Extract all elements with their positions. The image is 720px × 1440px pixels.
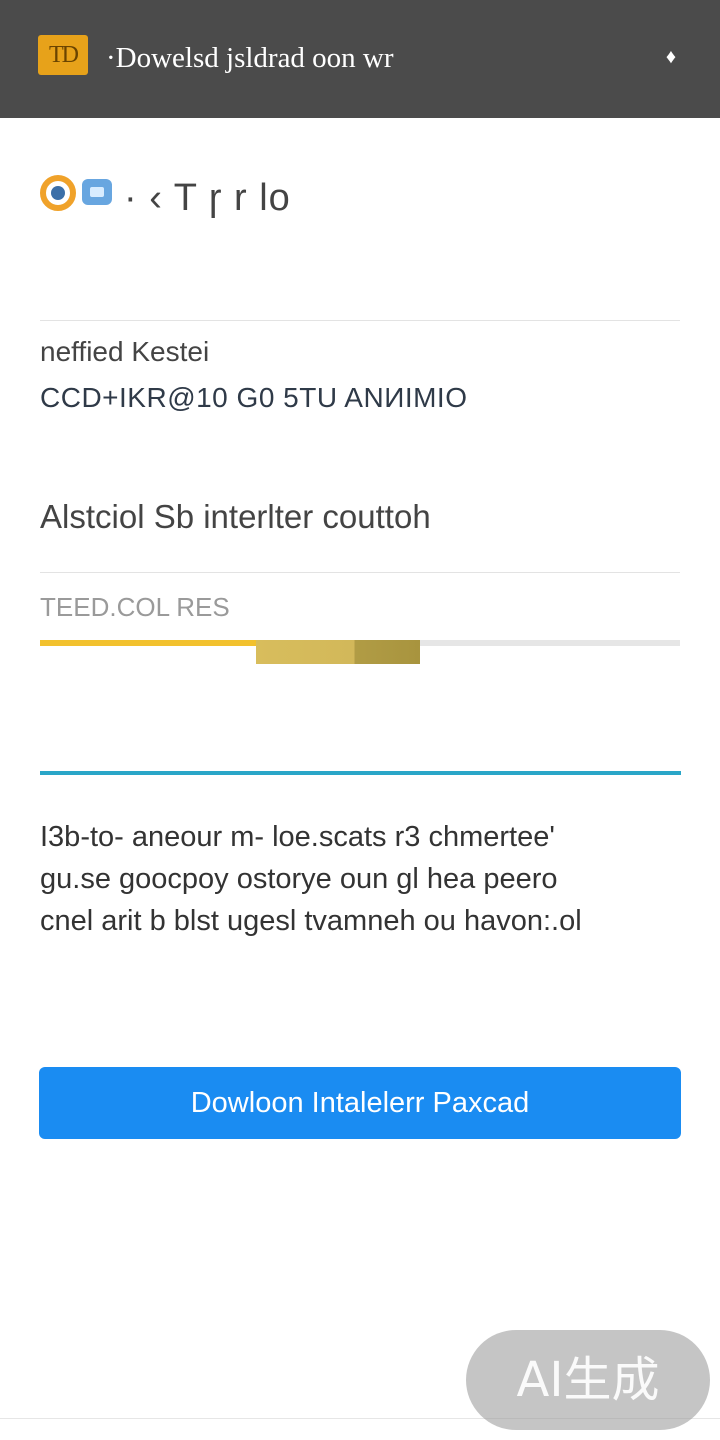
app-logo-icon: TD — [38, 35, 88, 75]
description-line: cnel arit b blst ugesl tvamneh ou havon:… — [40, 905, 582, 937]
divider — [40, 320, 680, 321]
progress-label: TEED.COL RES — [40, 592, 230, 622]
ai-generated-watermark: AI生成 — [466, 1330, 710, 1430]
diamond-icon[interactable]: ♦ — [660, 40, 682, 74]
progress-segment — [256, 640, 420, 664]
download-installer-button[interactable]: Dowloon Intalelerr Paxcad — [39, 1067, 681, 1139]
square-logo-icon — [82, 179, 112, 205]
description-text: I3b-to- aneour m- loe.scats r3 chmertee'… — [40, 816, 680, 942]
download-screen: TD ·Dowelsd jsldrad oon wr ♦ · ‹ T ɼ r l… — [0, 0, 720, 1440]
description-line: gu.se goocpoy ostorye oun gl hea peero — [40, 863, 558, 895]
verified-label: neffied Kestei — [40, 336, 210, 367]
ring-logo-icon — [40, 175, 76, 211]
accent-divider — [40, 771, 681, 775]
divider — [40, 572, 680, 573]
brand-header: · ‹ T ɼ r lo — [40, 170, 370, 226]
checksum-value: CCD+IKR@10 G0 5TU ANИIMIO — [40, 382, 468, 413]
section-heading: Alstciol Sb interlter couttoh — [40, 498, 431, 535]
description-line: I3b-to- aneour m- loe.scats r3 chmertee' — [40, 821, 555, 853]
window-title: ·Dowelsd jsldrad oon wr — [106, 42, 394, 74]
brand-name: · ‹ T ɼ r lo — [124, 177, 291, 219]
title-bar: TD ·Dowelsd jsldrad oon wr ♦ — [0, 0, 720, 118]
